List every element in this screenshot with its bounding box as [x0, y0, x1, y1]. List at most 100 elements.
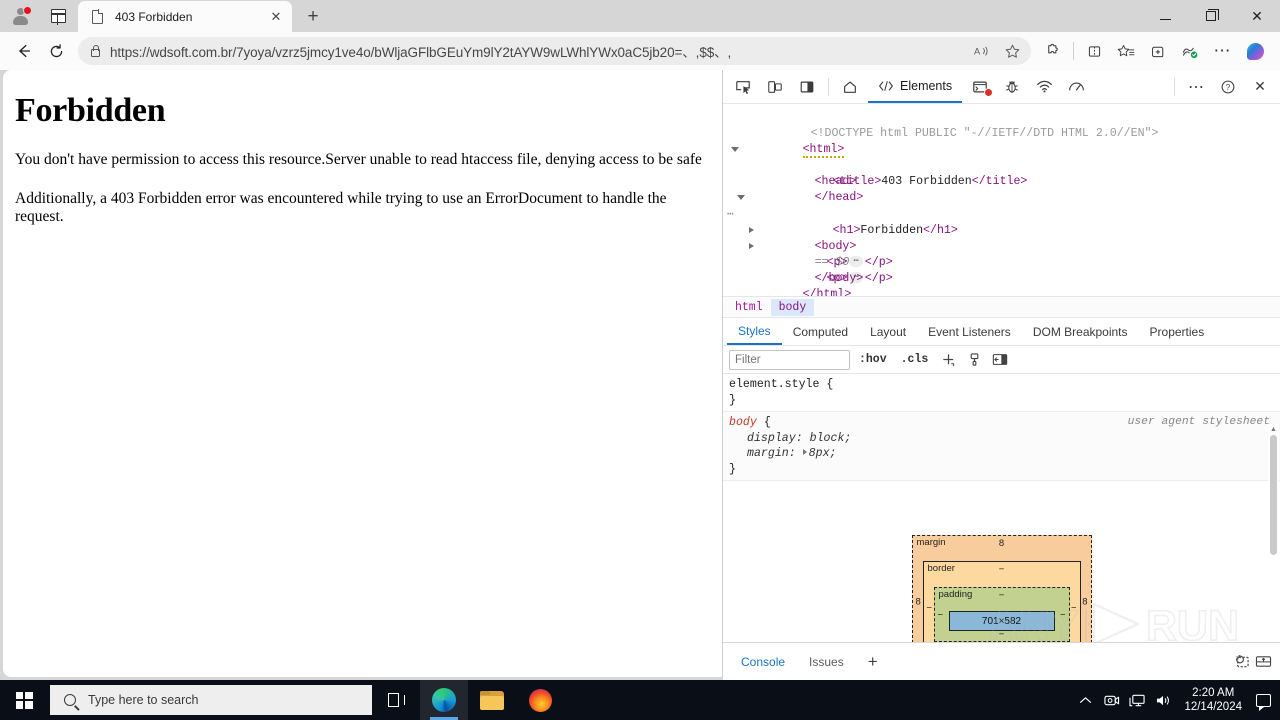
profile-avatar-button[interactable]	[0, 0, 40, 32]
more-tools-button[interactable]: ⋯	[1180, 73, 1212, 101]
browser-tab-403-forbidden[interactable]: 403 Forbidden ✕	[78, 1, 292, 32]
collections-button[interactable]	[1142, 35, 1174, 67]
breadcrumb-item-body[interactable]: body	[770, 298, 815, 316]
notifications-icon[interactable]	[1250, 680, 1276, 720]
tab-elements[interactable]: Elements	[868, 71, 963, 103]
dom-line-p-1[interactable]: <p> ⋯ </p>	[723, 223, 1280, 269]
tab-styles[interactable]: Styles	[727, 319, 782, 345]
close-window-button[interactable]: ✕	[1234, 0, 1280, 32]
dom-line-head-open[interactable]: <head>	[723, 142, 1280, 188]
taskbar-app-firefox[interactable]	[516, 680, 564, 720]
split-screen-button[interactable]	[1078, 35, 1110, 67]
bug-icon[interactable]	[996, 73, 1028, 101]
network-tray-icon[interactable]	[1124, 680, 1150, 720]
drawer-add-tab-button[interactable]: +	[856, 649, 890, 675]
tab-actions-button[interactable]	[40, 0, 76, 32]
new-tab-button[interactable]: +	[298, 1, 328, 31]
browser-essentials-button[interactable]	[1174, 35, 1206, 67]
dom-tree[interactable]: <!DOCTYPE html PUBLIC "-//IETF//DTD HTML…	[723, 104, 1280, 296]
web-page-viewport[interactable]: Forbidden You don't have permission to a…	[3, 70, 722, 677]
expand-arrow-head[interactable]	[731, 147, 739, 153]
clock[interactable]: 2:20 AM 12/14/2024	[1176, 686, 1250, 714]
expand-arrow-p1[interactable]	[749, 226, 754, 233]
css-declaration-margin[interactable]: margin: 8px;	[729, 446, 1280, 462]
console-icon[interactable]	[964, 73, 996, 101]
restore-drawer-icon[interactable]	[1230, 652, 1252, 672]
favorites-button[interactable]	[1110, 35, 1142, 67]
toggle-class-button[interactable]: .cls	[896, 353, 934, 366]
computed-sidebar-toggle[interactable]	[989, 350, 1011, 370]
dom-line-doctype[interactable]: <!DOCTYPE html PUBLIC "-//IETF//DTD HTML…	[723, 110, 1280, 140]
css-rule-element-style[interactable]: element.style { }	[723, 374, 1280, 412]
box-model-content-size[interactable]: 701×582	[948, 611, 1055, 631]
close-tab-button[interactable]: ✕	[266, 7, 286, 27]
maximize-window-button[interactable]	[1188, 0, 1234, 32]
padding-left-value[interactable]: −	[938, 609, 944, 620]
color-picker-icon[interactable]	[963, 350, 985, 370]
device-emulation-icon[interactable]	[759, 73, 791, 101]
expand-arrow-body[interactable]	[737, 195, 745, 201]
new-style-rule-button[interactable]	[937, 350, 959, 370]
tab-layout[interactable]: Layout	[859, 319, 917, 345]
taskbar-app-file-explorer[interactable]	[468, 680, 516, 720]
tab-computed[interactable]: Computed	[782, 319, 859, 345]
show-hidden-icons-button[interactable]	[1072, 680, 1098, 720]
network-icon[interactable]	[1028, 73, 1060, 101]
padding-right-value[interactable]: −	[1060, 609, 1066, 620]
breadcrumb-item-html[interactable]: html	[727, 299, 771, 316]
edge-icon	[432, 688, 456, 712]
scroll-up-arrow[interactable]: ▲	[1268, 424, 1279, 435]
expand-arrow-p2[interactable]	[749, 242, 754, 249]
dom-line-html-close[interactable]: </html>	[723, 271, 1280, 296]
toggle-hover-state-button[interactable]: :hov	[854, 353, 892, 366]
add-tool-button[interactable]	[1092, 73, 1124, 101]
close-devtools-button[interactable]: ✕	[1244, 73, 1276, 101]
expand-shorthand-arrow[interactable]	[802, 449, 807, 455]
css-rule-body-ua[interactable]: body { user agent stylesheet display: bl…	[723, 412, 1280, 481]
extensions-button[interactable]	[1037, 35, 1069, 67]
dom-line-p-2[interactable]: <p> ⋯ </p>	[723, 239, 1280, 285]
dom-line-body-open[interactable]: ⋯ <body> == $0	[723, 190, 1280, 269]
tab-event-listeners[interactable]: Event Listeners	[917, 319, 1022, 345]
volume-icon[interactable]	[1150, 680, 1176, 720]
favorite-star-button[interactable]	[997, 38, 1027, 64]
border-left-value[interactable]: −	[927, 603, 933, 614]
taskbar-search-box[interactable]: Type here to search	[50, 685, 372, 715]
border-right-value[interactable]: −	[1071, 603, 1077, 614]
task-view-button[interactable]	[372, 680, 420, 720]
settings-and-more-button[interactable]: ⋯	[1206, 35, 1238, 67]
dom-line-html-open[interactable]: <html>	[723, 126, 1280, 159]
css-selector[interactable]: element.style	[729, 378, 819, 391]
styles-filter-input[interactable]	[729, 349, 850, 370]
recording-icon[interactable]	[1098, 680, 1124, 720]
box-model-padding[interactable]: padding − − − − 701×582	[933, 587, 1070, 642]
tab-properties[interactable]: Properties	[1139, 319, 1216, 345]
dom-line-body-close[interactable]: </body>	[723, 255, 1280, 285]
tab-dom-breakpoints[interactable]: DOM Breakpoints	[1022, 319, 1139, 345]
drawer-tab-console[interactable]: Console	[729, 649, 797, 675]
back-button[interactable]	[8, 35, 40, 67]
refresh-button[interactable]	[40, 35, 72, 67]
margin-left-value[interactable]: 8	[916, 596, 921, 607]
help-icon[interactable]: ?	[1212, 73, 1244, 101]
minimize-window-button[interactable]	[1142, 0, 1188, 32]
dom-line-h1[interactable]: <h1>Forbidden</h1>	[723, 207, 1280, 237]
padding-bottom-value[interactable]: −	[935, 629, 1069, 640]
taskbar-app-microsoft-edge[interactable]	[420, 680, 468, 720]
css-selector[interactable]: body	[729, 416, 757, 429]
margin-right-value[interactable]: 8	[1082, 596, 1087, 607]
dom-line-head-close[interactable]: </head>	[723, 174, 1280, 204]
address-bar[interactable]: https://wdsoft.com.br/7yoya/vzrz5jmcy1ve…	[78, 37, 1031, 65]
start-button[interactable]	[0, 680, 48, 720]
drawer-tab-issues[interactable]: Issues	[797, 649, 856, 675]
dom-line-title[interactable]: <title>403 Forbidden</title>	[723, 158, 1280, 188]
home-icon[interactable]	[834, 73, 866, 101]
performance-icon[interactable]	[1060, 73, 1092, 101]
copilot-button[interactable]	[1238, 35, 1272, 67]
inspect-element-icon[interactable]	[727, 73, 759, 101]
read-aloud-button[interactable]: A	[967, 38, 997, 64]
css-declaration-display[interactable]: display: block;	[729, 431, 1280, 447]
dock-panel-icon[interactable]	[791, 73, 823, 101]
dock-drawer-icon[interactable]	[1252, 652, 1274, 672]
box-model-border[interactable]: border − − − − padding − − − − 701×582	[922, 561, 1081, 655]
